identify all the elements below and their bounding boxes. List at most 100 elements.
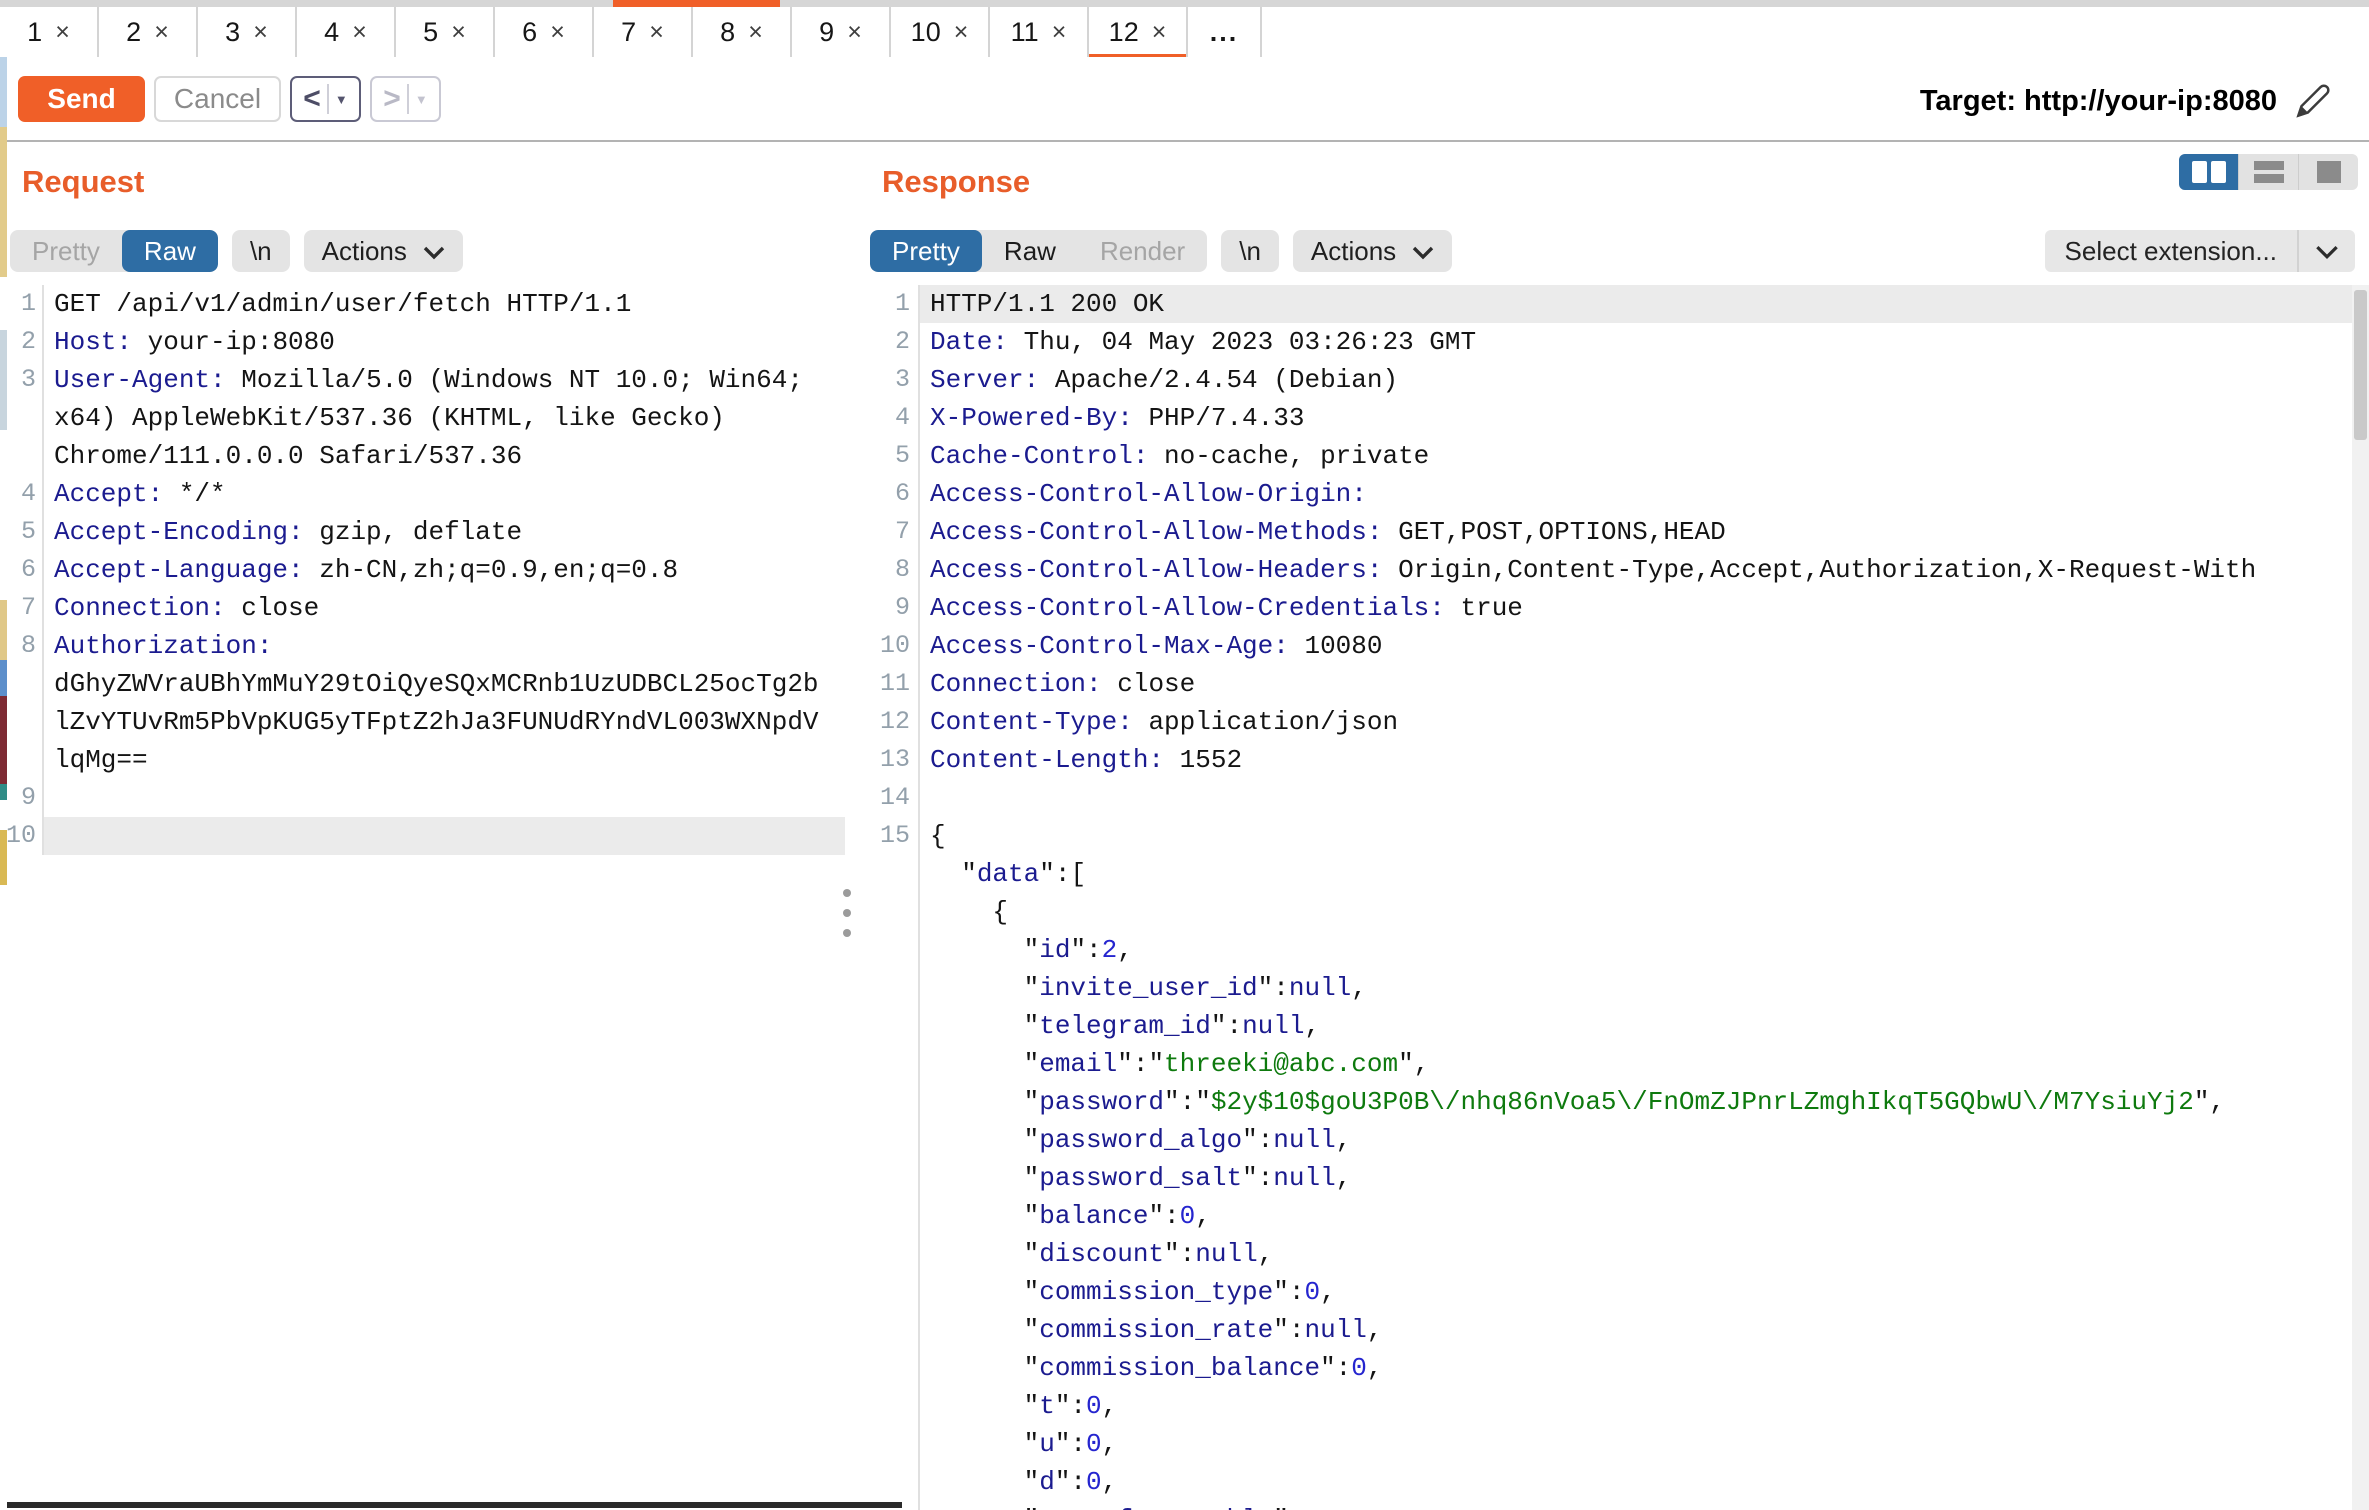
- tab-close-icon[interactable]: ×: [154, 20, 169, 45]
- back-dropdown-caret-icon[interactable]: ▼: [335, 93, 348, 106]
- code-line: "email":"threeki@abc.com",: [860, 1045, 2352, 1083]
- repeater-tab-3[interactable]: 3×: [198, 7, 297, 57]
- columns-layout-button[interactable]: [2179, 154, 2239, 190]
- repeater-tab-11[interactable]: 11×: [990, 7, 1089, 57]
- repeater-tab-1[interactable]: 1×: [0, 7, 99, 57]
- response-tab-raw[interactable]: Raw: [982, 230, 1078, 272]
- scrollbar-thumb[interactable]: [2354, 290, 2367, 440]
- chevron-down-icon: [2299, 236, 2355, 267]
- repeater-tab-6[interactable]: 6×: [495, 7, 594, 57]
- request-view-controls: PrettyRaw \n Actions: [10, 230, 463, 272]
- repeater-tab-10[interactable]: 10 ×: [891, 7, 990, 57]
- repeater-tab-9[interactable]: 9×: [792, 7, 891, 57]
- forward-button[interactable]: > ▼: [370, 76, 441, 122]
- code-line: 2Date: Thu, 04 May 2023 03:26:23 GMT: [860, 323, 2352, 361]
- send-button[interactable]: Send: [18, 76, 145, 122]
- repeater-tab-2[interactable]: 2×: [99, 7, 198, 57]
- repeater-tab-7[interactable]: 7×: [594, 7, 693, 57]
- response-editor[interactable]: 1HTTP/1.1 200 OK2Date: Thu, 04 May 2023 …: [860, 285, 2352, 1510]
- response-newline-toggle[interactable]: \n: [1221, 230, 1279, 272]
- line-number: [860, 855, 920, 893]
- tab-close-icon[interactable]: ×: [550, 20, 565, 45]
- single-layout-button[interactable]: [2299, 154, 2358, 190]
- tab-label: 12: [1109, 17, 1139, 48]
- request-tab-raw[interactable]: Raw: [122, 230, 218, 272]
- code-line: lqMg==: [0, 741, 845, 779]
- repeater-tab-overflow[interactable]: ...: [1188, 7, 1262, 57]
- request-actions-button[interactable]: Actions: [304, 230, 463, 272]
- line-number: 6: [860, 475, 920, 513]
- line-content: {: [920, 893, 2352, 931]
- line-number: [860, 969, 920, 1007]
- rows-layout-button[interactable]: [2239, 154, 2299, 190]
- tab-label: 6: [522, 17, 537, 48]
- line-content: Authorization:: [44, 627, 845, 665]
- line-content: "discount":null,: [920, 1235, 2352, 1273]
- line-number: [860, 1349, 920, 1387]
- tab-label: 8: [720, 17, 735, 48]
- line-number: 7: [860, 513, 920, 551]
- tab-close-icon[interactable]: ×: [954, 20, 969, 45]
- code-line: "id":2,: [860, 931, 2352, 969]
- line-content: x64) AppleWebKit/537.36 (KHTML, like Gec…: [44, 399, 845, 437]
- line-content: "invite_user_id":null,: [920, 969, 2352, 1007]
- tab-close-icon[interactable]: ×: [748, 20, 763, 45]
- line-content: "commission_type":0,: [920, 1273, 2352, 1311]
- tab-close-icon[interactable]: ×: [451, 20, 466, 45]
- code-line: 8Access-Control-Allow-Headers: Origin,Co…: [860, 551, 2352, 589]
- extension-select[interactable]: Select extension...: [2045, 230, 2355, 272]
- tab-label: 10: [911, 17, 941, 48]
- tab-label: 5: [423, 17, 438, 48]
- code-line: 7Access-Control-Allow-Methods: GET,POST,…: [860, 513, 2352, 551]
- tab-label: 7: [621, 17, 636, 48]
- tab-close-icon[interactable]: ×: [649, 20, 664, 45]
- request-editor[interactable]: 1GET /api/v1/admin/user/fetch HTTP/1.12H…: [0, 285, 845, 1510]
- panel-splitter-handle[interactable]: [841, 889, 853, 949]
- chevron-left-icon: <: [303, 82, 321, 116]
- back-button[interactable]: < ▼: [290, 76, 361, 122]
- line-number: [860, 1159, 920, 1197]
- code-line: 14: [860, 779, 2352, 817]
- tab-close-icon[interactable]: ×: [847, 20, 862, 45]
- line-content: Server: Apache/2.4.54 (Debian): [920, 361, 2352, 399]
- cancel-button[interactable]: Cancel: [154, 76, 281, 122]
- request-newline-toggle[interactable]: \n: [232, 230, 290, 272]
- line-number: 5: [0, 513, 44, 551]
- actions-label: Actions: [1311, 236, 1396, 267]
- line-number: 1: [0, 285, 44, 323]
- line-content: "password_algo":null,: [920, 1121, 2352, 1159]
- request-tab-pretty[interactable]: Pretty: [10, 230, 122, 272]
- response-scrollbar[interactable]: [2352, 285, 2369, 1510]
- repeater-tab-5[interactable]: 5×: [396, 7, 495, 57]
- edit-pencil-icon[interactable]: [2293, 81, 2333, 121]
- line-content: "d":0,: [920, 1463, 2352, 1501]
- tab-close-icon[interactable]: ×: [1052, 20, 1067, 45]
- response-tab-pretty[interactable]: Pretty: [870, 230, 982, 272]
- repeater-tab-12[interactable]: 12 ×: [1089, 7, 1188, 57]
- code-line: {: [860, 893, 2352, 931]
- tab-close-icon[interactable]: ×: [1152, 20, 1167, 45]
- tab-close-icon[interactable]: ×: [55, 20, 70, 45]
- target-label: Target: http://your-ip:8080: [1920, 85, 2277, 118]
- screen-edge-artifact: [0, 127, 7, 277]
- line-content: Access-Control-Max-Age: 10080: [920, 627, 2352, 665]
- line-content: "u":0,: [920, 1425, 2352, 1463]
- repeater-tab-4[interactable]: 4×: [297, 7, 396, 57]
- code-line: "telegram_id":null,: [860, 1007, 2352, 1045]
- code-line: 1HTTP/1.1 200 OK: [860, 285, 2352, 323]
- line-number: [860, 1311, 920, 1349]
- screen-edge-artifact: [0, 660, 7, 696]
- line-content: Date: Thu, 04 May 2023 03:26:23 GMT: [920, 323, 2352, 361]
- main-tab-selected-underline: [613, 0, 780, 7]
- screen-edge-artifact: [0, 784, 7, 800]
- line-content: Connection: close: [920, 665, 2352, 703]
- repeater-tab-8[interactable]: 8×: [693, 7, 792, 57]
- tab-close-icon[interactable]: ×: [253, 20, 268, 45]
- tab-close-icon[interactable]: ×: [352, 20, 367, 45]
- response-panel: Response PrettyRawRender \n Actions Sele…: [860, 142, 2369, 1510]
- response-title: Response: [882, 164, 1030, 200]
- code-line: 3Server: Apache/2.4.54 (Debian): [860, 361, 2352, 399]
- response-tab-render[interactable]: Render: [1078, 230, 1207, 272]
- response-actions-button[interactable]: Actions: [1293, 230, 1452, 272]
- line-number: 2: [860, 323, 920, 361]
